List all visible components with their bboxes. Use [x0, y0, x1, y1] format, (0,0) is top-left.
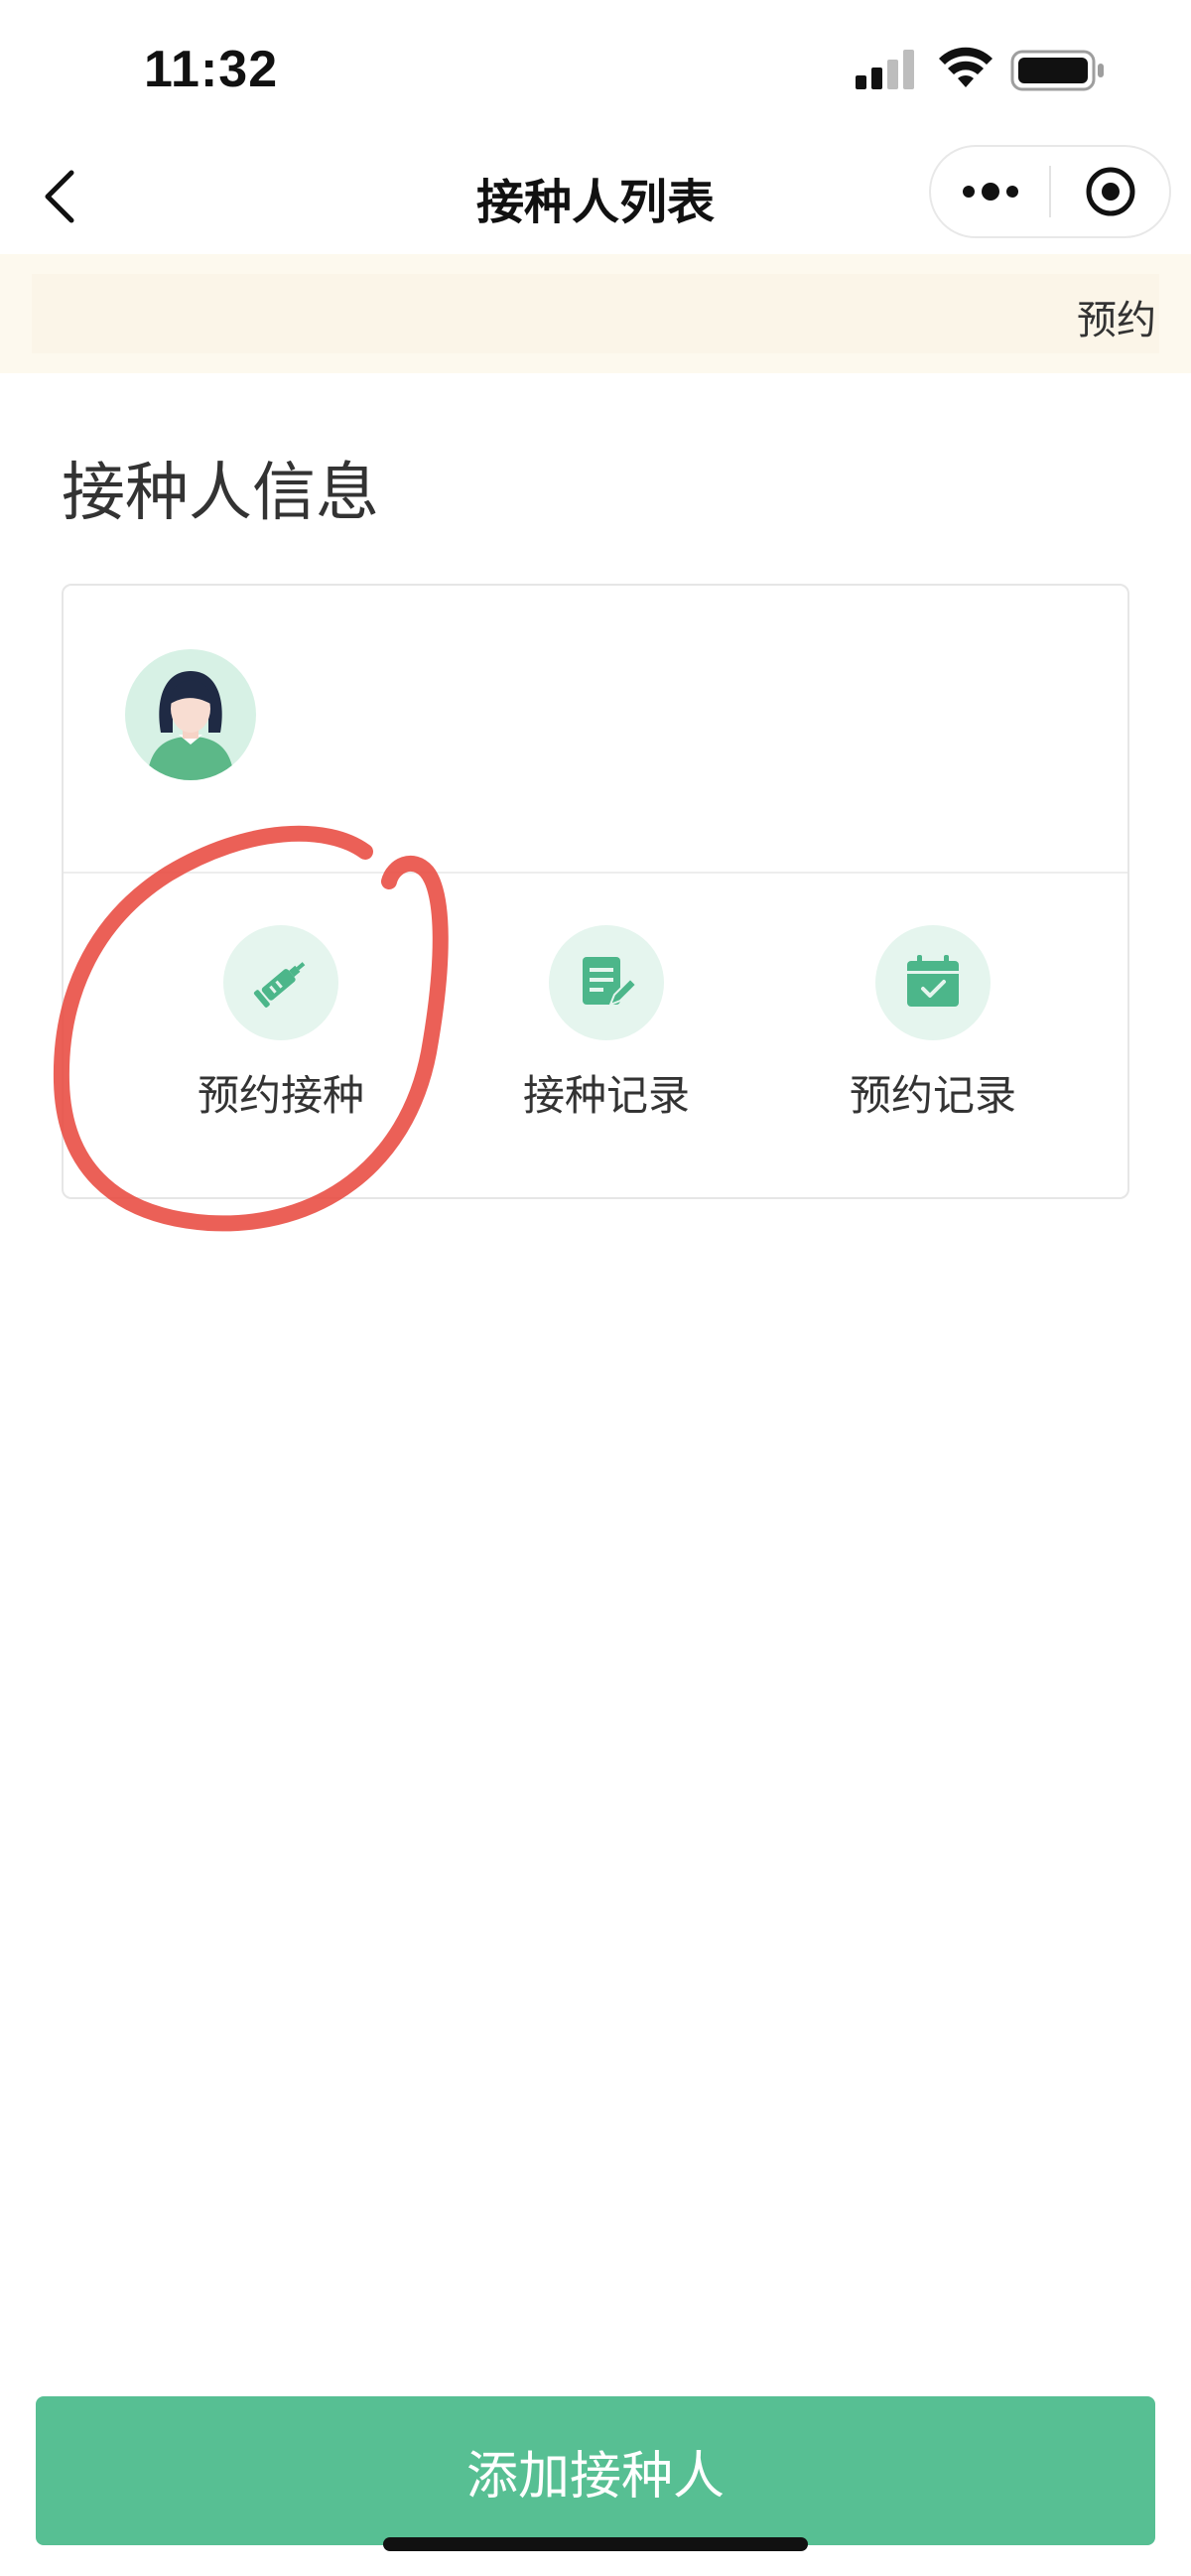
status-time: 11:32 [144, 41, 279, 98]
nav-bar: 接种人列表 [0, 139, 1191, 254]
notice-marquee[interactable]: 预约 [32, 274, 1159, 353]
vaccinee-card: 预约接种 接种记录 预约记录 [62, 584, 1129, 1199]
red-annotation-circle [53, 825, 449, 1232]
more-button[interactable] [931, 147, 1049, 236]
vaccination-record-button[interactable]: 接种记录 [458, 874, 755, 1201]
close-mini-program-button[interactable] [1051, 147, 1169, 236]
more-dots-icon [962, 183, 1018, 201]
vaccinee-actions: 预约接种 接种记录 预约记录 [64, 874, 1127, 1201]
book-vaccination-button[interactable]: 预约接种 [132, 874, 430, 1201]
wifi-icon [939, 47, 992, 87]
vaccinee-card-header[interactable] [64, 586, 1127, 874]
status-bar: 11:32 [0, 0, 1191, 139]
avatar [125, 649, 256, 780]
book-vaccination-label: 预约接种 [197, 1071, 364, 1120]
record-edit-icon [549, 925, 664, 1040]
calendar-check-icon [875, 925, 991, 1040]
vaccination-record-label: 接种记录 [522, 1071, 690, 1120]
mini-program-capsule [929, 145, 1171, 238]
cellular-signal-icon [856, 50, 914, 89]
battery-icon [1010, 50, 1104, 91]
appointment-record-label: 预约记录 [849, 1071, 1016, 1120]
appointment-record-button[interactable]: 预约记录 [784, 874, 1082, 1201]
vaccine-syringe-icon [223, 925, 338, 1040]
home-indicator [383, 2537, 808, 2551]
female-avatar-icon [147, 671, 234, 780]
section-title: 接种人信息 [62, 457, 379, 530]
notice-banner: 预约 [0, 254, 1191, 373]
target-circle-icon [1086, 167, 1134, 216]
notice-text: 预约 [1077, 298, 1156, 343]
add-vaccinee-button[interactable]: 添加接种人 [36, 2396, 1155, 2545]
